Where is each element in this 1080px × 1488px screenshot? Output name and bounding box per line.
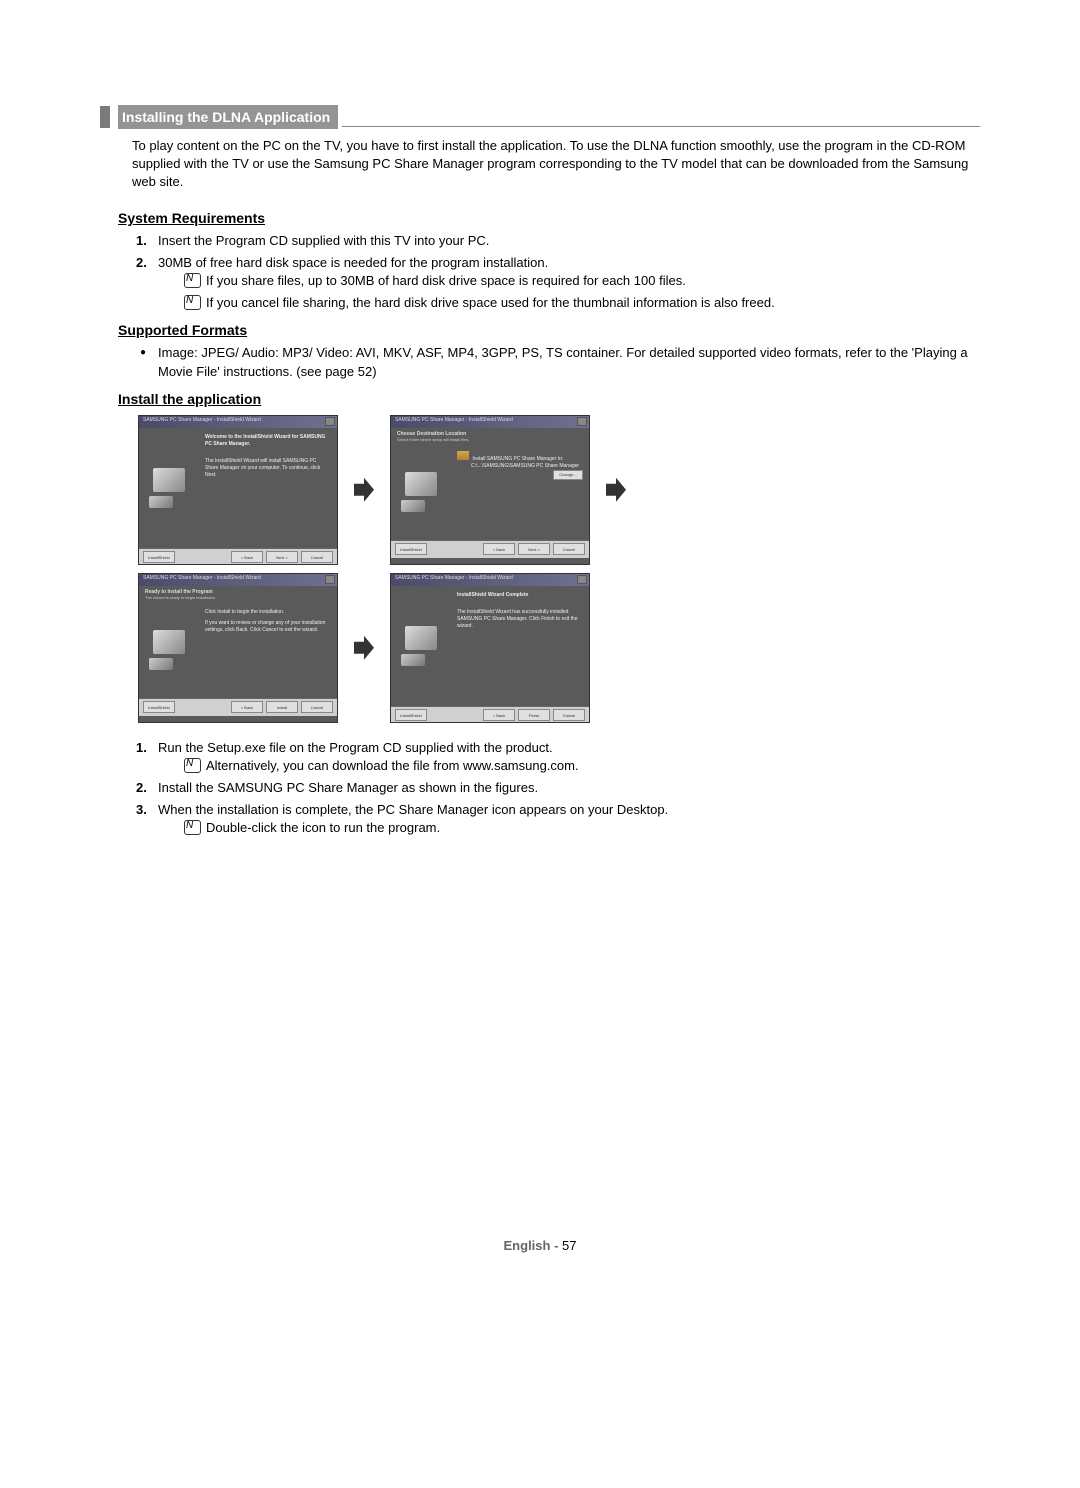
close-icon bbox=[577, 575, 587, 584]
note-icon: N bbox=[186, 757, 193, 771]
installer-button: InstallShield bbox=[395, 709, 427, 721]
list-item-text: 30MB of free hard disk space is needed f… bbox=[158, 255, 548, 270]
list-item: Install the SAMSUNG PC Share Manager as … bbox=[136, 779, 980, 797]
back-button: < Back bbox=[231, 701, 263, 713]
computer-icon bbox=[149, 630, 189, 670]
header-bar bbox=[100, 106, 110, 128]
note-item: N Alternatively, you can download the fi… bbox=[184, 757, 980, 775]
page-footer: English - 57 bbox=[100, 1238, 980, 1253]
back-button: < Back bbox=[483, 709, 515, 721]
installer-step4: SAMSUNG PC Share Manager - InstallShield… bbox=[390, 573, 590, 723]
back-button: < Back bbox=[483, 543, 515, 555]
list-item: 30MB of free hard disk space is needed f… bbox=[136, 254, 980, 313]
list-item: When the installation is complete, the P… bbox=[136, 801, 980, 837]
installer-figures: SAMSUNG PC Share Manager - InstallShield… bbox=[138, 415, 980, 723]
footer-page: 57 bbox=[562, 1238, 576, 1253]
install-button: Install bbox=[266, 701, 298, 713]
installer-step2: SAMSUNG PC Share Manager - InstallShield… bbox=[390, 415, 590, 565]
figure-row: SAMSUNG PC Share Manager - InstallShield… bbox=[138, 573, 980, 723]
note-text: Double-click the icon to run the program… bbox=[206, 820, 440, 835]
installer-titlebar: SAMSUNG PC Share Manager - InstallShield… bbox=[139, 416, 337, 428]
sysreq-list: Insert the Program CD supplied with this… bbox=[136, 232, 980, 313]
installer-titlebar: SAMSUNG PC Share Manager - InstallShield… bbox=[391, 574, 589, 586]
header-line bbox=[342, 126, 980, 127]
list-item: Image: JPEG/ Audio: MP3/ Video: AVI, MKV… bbox=[136, 344, 980, 380]
sysreq-header: System Requirements bbox=[118, 210, 980, 226]
note-item: N If you share files, up to 30MB of hard… bbox=[184, 272, 980, 290]
back-button: < Back bbox=[231, 551, 263, 563]
note-text: If you cancel file sharing, the hard dis… bbox=[206, 295, 775, 310]
arrow-icon bbox=[354, 478, 374, 502]
next-button: Next > bbox=[518, 543, 550, 555]
next-button: Next > bbox=[266, 551, 298, 563]
note-icon: N bbox=[186, 819, 193, 833]
close-icon bbox=[577, 417, 587, 426]
close-icon bbox=[325, 417, 335, 426]
close-icon bbox=[325, 575, 335, 584]
cancel-button: Cancel bbox=[301, 551, 333, 563]
installer-button: InstallShield bbox=[143, 701, 175, 713]
list-item-text: When the installation is complete, the P… bbox=[158, 802, 668, 817]
arrow-icon bbox=[354, 636, 374, 660]
computer-icon bbox=[149, 468, 189, 508]
cancel-button: Cancel bbox=[553, 543, 585, 555]
note-item: N Double-click the icon to run the progr… bbox=[184, 819, 980, 837]
cancel-button: Cancel bbox=[553, 709, 585, 721]
formats-list: Image: JPEG/ Audio: MP3/ Video: AVI, MKV… bbox=[136, 344, 980, 380]
figure-row: SAMSUNG PC Share Manager - InstallShield… bbox=[138, 415, 980, 565]
note-item: N If you cancel file sharing, the hard d… bbox=[184, 294, 980, 312]
folder-icon bbox=[457, 451, 469, 460]
list-item: Insert the Program CD supplied with this… bbox=[136, 232, 980, 250]
installer-button: InstallShield bbox=[143, 551, 175, 563]
installer-step3: SAMSUNG PC Share Manager - InstallShield… bbox=[138, 573, 338, 723]
installer-titlebar: SAMSUNG PC Share Manager - InstallShield… bbox=[139, 574, 337, 586]
note-text: Alternatively, you can download the file… bbox=[206, 758, 579, 773]
installer-step1: SAMSUNG PC Share Manager - InstallShield… bbox=[138, 415, 338, 565]
note-icon: N bbox=[186, 272, 193, 286]
computer-icon bbox=[401, 626, 441, 666]
list-item-text: Run the Setup.exe file on the Program CD… bbox=[158, 740, 553, 755]
section-header: Installing the DLNA Application bbox=[100, 105, 980, 129]
footer-lang: English - bbox=[504, 1238, 563, 1253]
installer-titlebar: SAMSUNG PC Share Manager - InstallShield… bbox=[391, 416, 589, 428]
list-item: Run the Setup.exe file on the Program CD… bbox=[136, 739, 980, 775]
change-button: Change... bbox=[553, 470, 583, 480]
formats-header: Supported Formats bbox=[118, 322, 980, 338]
finish-button: Finish bbox=[518, 709, 550, 721]
intro-text: To play content on the PC on the TV, you… bbox=[132, 137, 980, 192]
note-text: If you share files, up to 30MB of hard d… bbox=[206, 273, 686, 288]
installer-button: InstallShield bbox=[395, 543, 427, 555]
cancel-button: Cancel bbox=[301, 701, 333, 713]
computer-icon bbox=[401, 472, 441, 512]
install-header: Install the application bbox=[118, 391, 980, 407]
section-title: Installing the DLNA Application bbox=[118, 105, 338, 129]
note-icon: N bbox=[186, 294, 193, 308]
install-instructions: Run the Setup.exe file on the Program CD… bbox=[136, 739, 980, 838]
arrow-icon bbox=[606, 478, 626, 502]
